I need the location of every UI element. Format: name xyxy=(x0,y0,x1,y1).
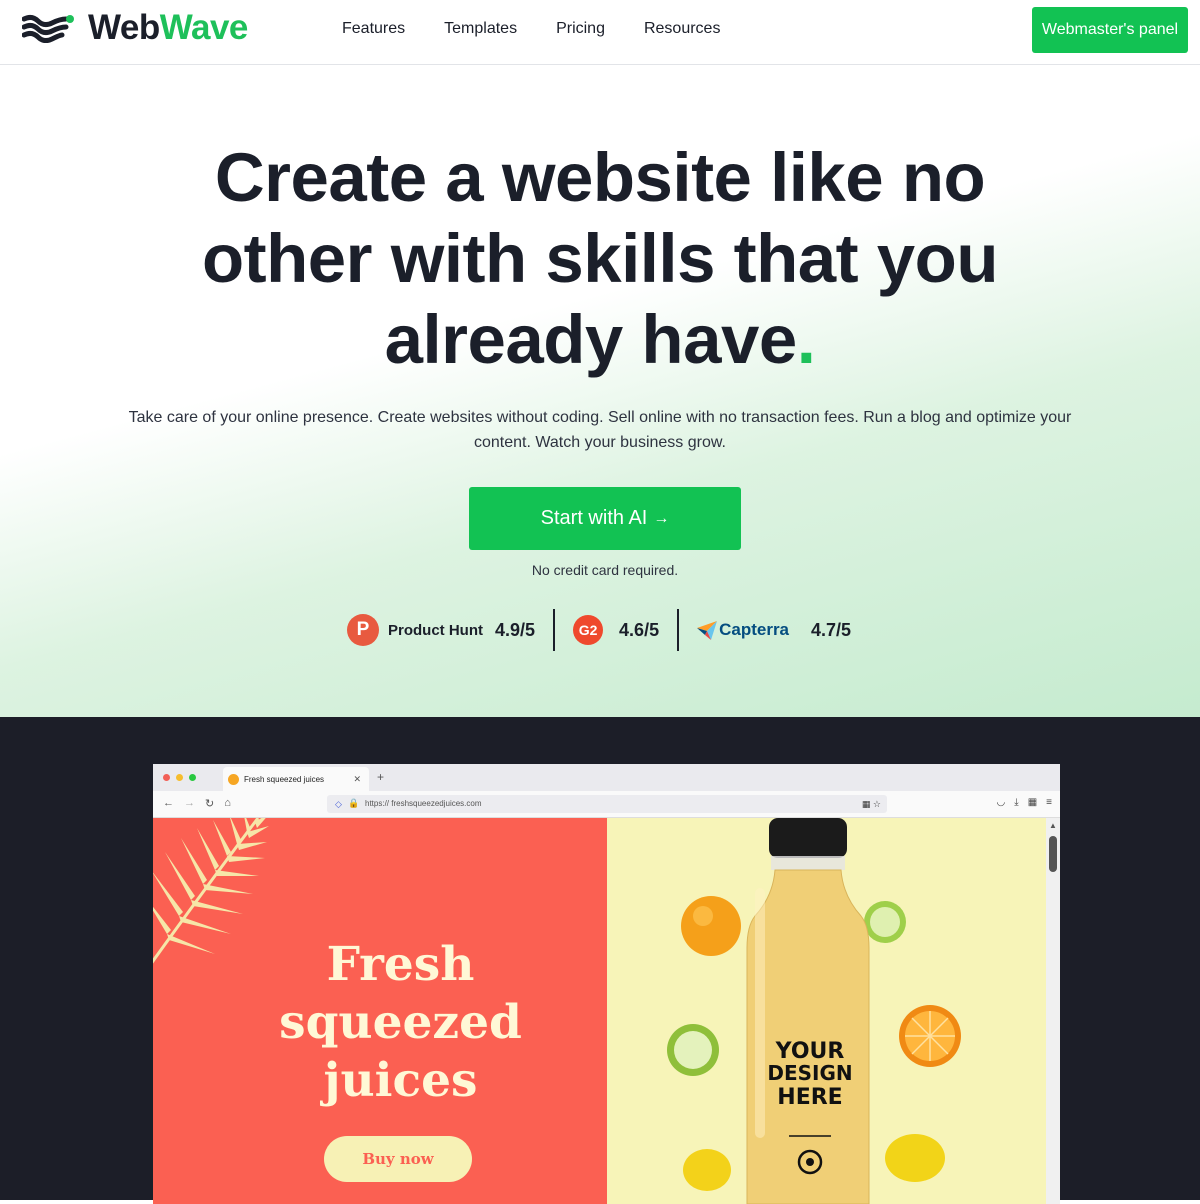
lime-icon xyxy=(667,1024,719,1076)
new-tab-icon[interactable]: + xyxy=(377,770,384,784)
preview-title: Fresh squeezed juices xyxy=(279,937,522,1108)
close-dot-icon xyxy=(163,774,170,781)
browser-tab-bar: Fresh squeezed juices ✕ + xyxy=(153,764,1060,791)
nav-features[interactable]: Features xyxy=(342,18,405,40)
capterra-score: 4.7/5 xyxy=(811,619,852,640)
bottle-icon: YOUR DESIGN HERE xyxy=(746,818,870,1204)
scroll-thumb[interactable] xyxy=(1049,836,1057,872)
menu-icon[interactable]: ≡ xyxy=(1046,797,1052,808)
main-nav: Features Templates Pricing Resources xyxy=(342,18,759,40)
juice-bottle-illustration: YOUR DESIGN HERE xyxy=(667,818,961,1204)
pocket-icon[interactable]: ◡ xyxy=(997,797,1006,808)
maximize-dot-icon xyxy=(189,774,196,781)
orange-favicon-icon xyxy=(228,773,239,785)
wave-logo-icon xyxy=(22,14,74,43)
lemon-icon xyxy=(885,1134,945,1182)
svg-text:DESIGN: DESIGN xyxy=(767,1061,852,1085)
start-with-ai-button[interactable]: Start with AI → xyxy=(469,487,741,550)
g2-icon: G2 xyxy=(573,615,604,645)
back-icon[interactable]: ← xyxy=(163,797,174,810)
tab-title: Fresh squeezed juices xyxy=(244,774,325,784)
site-header: WebWave Features Templates Pricing Resou… xyxy=(0,0,1200,65)
hero-section: Create a website like no other with skil… xyxy=(0,65,1200,717)
rating-product-hunt[interactable]: P Product Hunt 4.9/5 xyxy=(347,608,535,652)
product-hunt-score: 4.9/5 xyxy=(495,619,536,640)
browser-mockup: Fresh squeezed juices ✕ + ← → ↻ ⌂ ◇ 🔒 ht… xyxy=(153,764,1060,1204)
start-with-ai-label: Start with AI xyxy=(540,507,648,529)
nav-templates[interactable]: Templates xyxy=(444,18,517,40)
browser-toolbar: ← → ↻ ⌂ ◇ 🔒 https:// freshsqueezedjuices… xyxy=(153,791,1060,818)
buy-now-button[interactable]: Buy now xyxy=(324,1136,472,1182)
capterra-label: Capterra xyxy=(719,620,790,639)
nav-pricing[interactable]: Pricing xyxy=(556,18,605,40)
browser-tab[interactable]: Fresh squeezed juices ✕ xyxy=(223,767,369,791)
browser-nav-icons: ← → ↻ ⌂ xyxy=(163,797,231,810)
divider xyxy=(553,609,556,651)
shield-icon: ◇ xyxy=(335,799,342,809)
rating-g2[interactable]: G2 4.6/5 xyxy=(573,608,659,652)
nav-resources[interactable]: Resources xyxy=(644,18,720,40)
scroll-up-icon[interactable]: ▲ xyxy=(1049,821,1057,830)
download-icon[interactable]: ⤓ xyxy=(1014,797,1018,808)
capterra-icon xyxy=(697,621,718,640)
lemon-icon xyxy=(683,1149,731,1191)
svg-text:HERE: HERE xyxy=(777,1085,842,1110)
showcase-section: Fresh squeezed juices ✕ + ← → ↻ ⌂ ◇ 🔒 ht… xyxy=(0,717,1200,1204)
divider xyxy=(677,609,680,651)
forward-icon[interactable]: → xyxy=(184,797,195,810)
logo-text: WebWave xyxy=(88,8,248,47)
no-credit-card-note: No credit card required. xyxy=(531,562,679,578)
webmaster-panel-button[interactable]: Webmaster's panel xyxy=(1032,7,1188,53)
close-icon[interactable]: ✕ xyxy=(353,774,361,785)
orange-slice-icon xyxy=(899,1005,961,1067)
title-accent-dot: . xyxy=(796,301,816,378)
preview-hero-left: Fresh squeezed juices Buy now xyxy=(153,818,607,1204)
extensions-icon[interactable]: ▦ xyxy=(1028,797,1037,808)
g2-score: 4.6/5 xyxy=(619,619,660,640)
preview-hero-right: YOUR DESIGN HERE xyxy=(607,818,1046,1204)
extensions-star-icons[interactable]: ▦ ☆ xyxy=(862,795,881,813)
address-bar[interactable]: ◇ 🔒 https:// freshsqueezedjuices.com ▦ ☆ xyxy=(327,795,887,813)
hero-title: Create a website like no other with skil… xyxy=(202,139,998,378)
arrow-right-icon: → xyxy=(653,509,670,527)
browser-right-icons: ◡ ⤓ ▦ ≡ xyxy=(997,797,1052,808)
orange-icon xyxy=(681,896,741,956)
lock-icon: 🔒 xyxy=(348,798,360,808)
url-text: https:// freshsqueezedjuices.com xyxy=(365,799,482,808)
hero-subtitle: Take care of your online presence. Creat… xyxy=(128,409,1072,451)
lime-icon xyxy=(864,901,906,943)
scrollbar[interactable]: ▲ xyxy=(1046,818,1060,1204)
logo[interactable]: WebWave xyxy=(22,10,248,46)
ratings-bar: P Product Hunt 4.9/5 G2 4.6/5 Capterra 4… xyxy=(347,608,851,652)
product-hunt-label: Product Hunt xyxy=(388,621,483,639)
rating-capterra[interactable]: Capterra 4.7/5 xyxy=(697,608,851,652)
reload-icon[interactable]: ↻ xyxy=(205,797,214,810)
product-hunt-icon: P xyxy=(347,614,379,646)
minimize-dot-icon xyxy=(176,774,183,781)
home-icon[interactable]: ⌂ xyxy=(224,797,231,810)
